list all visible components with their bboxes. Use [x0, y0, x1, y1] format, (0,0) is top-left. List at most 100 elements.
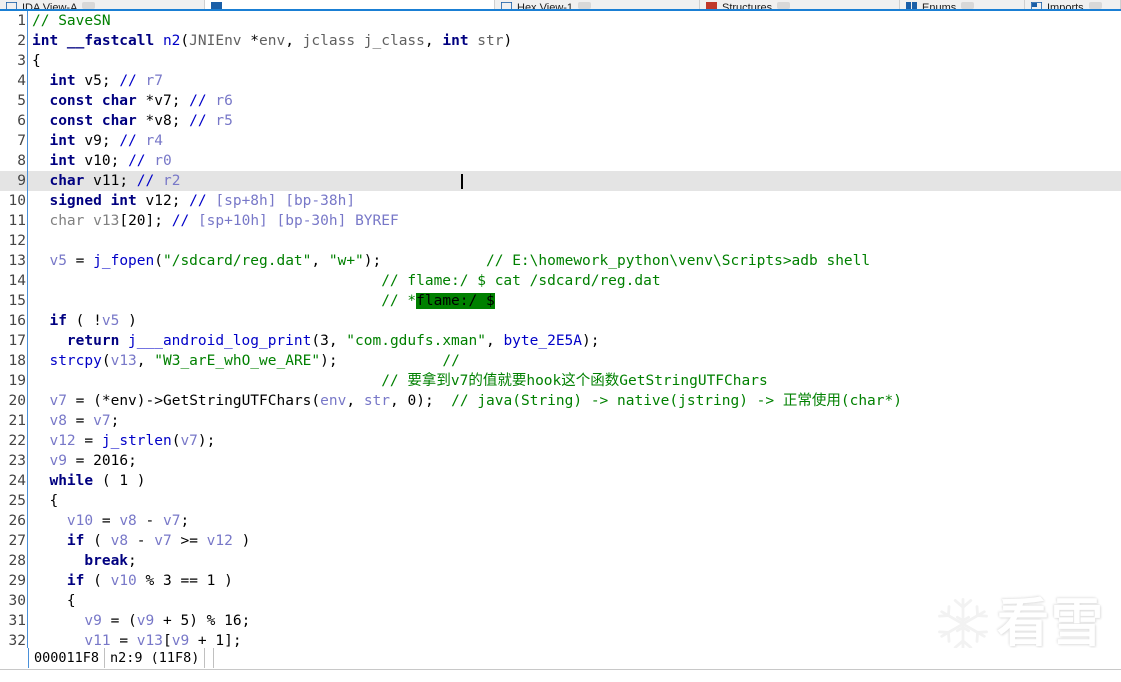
code-line-text[interactable]: return j___android_log_print(3, "com.gdu… — [28, 331, 600, 351]
code-line-text[interactable]: if ( v10 % 3 == 1 ) — [28, 571, 233, 591]
tab-close-icon[interactable] — [1088, 1, 1102, 9]
code-token: = — [93, 513, 120, 529]
code-line-text[interactable]: v12 = j_strlen(v7); — [28, 431, 215, 451]
tab-close-icon[interactable] — [777, 1, 791, 9]
code-line-text[interactable]: signed int v12; // [sp+8h] [bp-38h] — [28, 191, 355, 211]
code-token: ; — [110, 153, 129, 169]
code-token: "W3_arE_whO_we_ARE" — [154, 353, 321, 369]
code-line-text[interactable]: while ( 1 ) — [28, 471, 145, 491]
code-line[interactable]: 3{ — [0, 51, 1121, 71]
view-tab-enums[interactable]: Enums — [900, 0, 1025, 9]
code-line-text[interactable]: int __fastcall n2(JNIEnv *env, jclass j_… — [28, 31, 512, 51]
code-line-text[interactable]: char v13[20]; // [sp+10h] [bp-30h] BYREF — [28, 211, 398, 231]
code-token: ; — [119, 173, 137, 189]
code-line[interactable]: 15 // *flame:/ $ — [0, 291, 1121, 311]
code-line[interactable]: 6 const char *v8; // r5 — [0, 111, 1121, 131]
code-line[interactable]: 4 int v5; // r7 — [0, 71, 1121, 91]
code-token: "w+" — [328, 253, 364, 269]
tab-close-icon[interactable] — [961, 1, 975, 9]
code-token: v11 — [93, 173, 120, 189]
code-line-text[interactable]: if ( !v5 ) — [28, 311, 136, 331]
view-tab-structures[interactable]: Structures — [700, 0, 900, 9]
code-line[interactable]: 17 return j___android_log_print(3, "com.… — [0, 331, 1121, 351]
code-line[interactable]: 28 break; — [0, 551, 1121, 571]
enum-icon — [906, 2, 917, 9]
pseudocode-editor[interactable]: 1// SaveSN 2 int __fastcall n2(JNIEnv *env… — [0, 11, 1121, 648]
code-line-text[interactable]: // 要拿到v7的值就要hook这个函数GetStringUTFChars — [28, 371, 767, 391]
tab-close-icon[interactable] — [578, 1, 592, 9]
code-line[interactable]: 1 // SaveSN — [0, 11, 1121, 31]
code-line-text[interactable]: int v5; // r7 — [28, 71, 163, 91]
code-line-text[interactable]: v10 = v8 - v7; — [28, 511, 189, 531]
code-line[interactable]: 21 v8 = v7; — [0, 411, 1121, 431]
code-line[interactable]: 25 { — [0, 491, 1121, 511]
code-token: strcpy — [49, 353, 102, 369]
code-token: // — [189, 193, 216, 209]
code-line[interactable]: 29 if ( v10 % 3 == 1 ) — [0, 571, 1121, 591]
code-line-text[interactable]: v5 = j_fopen("/sdcard/reg.dat", "w+"); /… — [28, 251, 870, 271]
code-line-text[interactable]: v7 = (*env)->GetStringUTFChars(env, str,… — [28, 391, 902, 411]
code-line-text[interactable]: // flame:/ $ cat /sdcard/reg.dat — [28, 271, 660, 291]
code-line-text[interactable]: break; — [28, 551, 136, 571]
code-line[interactable]: 11 char v13[20]; // [sp+10h] [bp-30h] BY… — [0, 211, 1121, 231]
code-token: r2 — [163, 173, 181, 189]
code-token: v12 — [145, 193, 172, 209]
code-token: ); — [197, 433, 216, 449]
code-line[interactable]: 18 strcpy(v13, "W3_arE_whO_we_ARE"); // — [0, 351, 1121, 371]
code-line[interactable]: 19 // 要拿到v7的值就要hook这个函数GetStringUTFChars — [0, 371, 1121, 391]
code-line-text[interactable]: // *flame:/ $ — [28, 291, 495, 311]
code-token: v7 — [180, 433, 198, 449]
code-line[interactable]: 16 if ( !v5 ) — [0, 311, 1121, 331]
code-line[interactable]: 20 v7 = (*env)->GetStringUTFChars(env, s… — [0, 391, 1121, 411]
code-line-text[interactable]: int v10; // r0 — [28, 151, 171, 171]
code-line-text[interactable]: { — [28, 591, 76, 611]
code-line[interactable]: 5 const char *v7; // r6 — [0, 91, 1121, 111]
view-tab-hex-view-1[interactable]: Hex View-1 — [495, 0, 700, 9]
code-token: 3 — [163, 573, 172, 589]
code-line-text[interactable]: strcpy(v13, "W3_arE_whO_we_ARE"); // — [28, 351, 459, 371]
code-line[interactable]: 12 — [0, 231, 1121, 251]
code-line[interactable]: 2 int __fastcall n2(JNIEnv *env, jclass j… — [0, 31, 1121, 51]
code-line[interactable]: 7 int v9; // r4 — [0, 131, 1121, 151]
tab-close-icon[interactable] — [82, 1, 96, 9]
view-tab-ida-view-a[interactable]: IDA View-A — [0, 0, 205, 9]
code-line-text[interactable]: v9 = 2016; — [28, 451, 136, 471]
code-line[interactable]: 9 char v11; // r2 — [0, 171, 1121, 191]
code-line-text[interactable]: int v9; // r4 — [28, 131, 163, 151]
code-line-text[interactable]: { — [28, 491, 58, 511]
code-line[interactable]: 22 v12 = j_strlen(v7); — [0, 431, 1121, 451]
code-line[interactable]: 32 v11 = v13[v9 + 1]; — [0, 631, 1121, 648]
code-lines-container[interactable]: 1// SaveSN 2 int __fastcall n2(JNIEnv *env… — [0, 11, 1121, 648]
line-number: 18 — [8, 353, 26, 369]
code-line-text[interactable]: char v11; // r2 — [28, 171, 180, 191]
code-line[interactable]: 8 int v10; // r0 — [0, 151, 1121, 171]
code-line[interactable]: 10 signed int v12; // [sp+8h] [bp-38h] — [0, 191, 1121, 211]
code-line-text[interactable]: v11 = v13[v9 + 1]; — [28, 631, 241, 648]
code-line[interactable]: 24 while ( 1 ) — [0, 471, 1121, 491]
code-line-text[interactable]: { — [28, 51, 41, 71]
code-token: v12 — [49, 433, 76, 449]
code-line[interactable]: 23 v9 = 2016; — [0, 451, 1121, 471]
code-line-text[interactable]: const char *v8; // r5 — [28, 111, 232, 131]
code-line[interactable]: 26 v10 = v8 - v7; — [0, 511, 1121, 531]
code-line-text[interactable]: if ( v8 - v7 >= v12 ) — [28, 531, 250, 551]
line-number: 21 — [8, 413, 26, 429]
view-tab-imports[interactable]: Imports — [1025, 0, 1121, 9]
code-token: v13 — [136, 633, 163, 648]
code-line[interactable]: 13 v5 = j_fopen("/sdcard/reg.dat", "w+")… — [0, 251, 1121, 271]
view-tab-pseudocode[interactable] — [205, 0, 495, 9]
code-token: = ( — [101, 613, 137, 629]
code-token: // — [119, 73, 146, 89]
text-caret — [461, 174, 463, 189]
code-line-text[interactable]: const char *v7; // r6 — [28, 91, 232, 111]
code-line[interactable]: 30 { — [0, 591, 1121, 611]
code-token: 20 — [128, 213, 146, 229]
code-line[interactable]: 31 v9 = (v9 + 5) % 16; — [0, 611, 1121, 631]
code-line-text[interactable]: v8 = v7; — [28, 411, 119, 431]
code-line-text[interactable]: // SaveSN — [28, 11, 111, 31]
code-line[interactable]: 14 // flame:/ $ cat /sdcard/reg.dat — [0, 271, 1121, 291]
code-token: , — [136, 353, 155, 369]
code-line[interactable]: 27 if ( v8 - v7 >= v12 ) — [0, 531, 1121, 551]
code-line-text[interactable]: v9 = (v9 + 5) % 16; — [28, 611, 250, 631]
